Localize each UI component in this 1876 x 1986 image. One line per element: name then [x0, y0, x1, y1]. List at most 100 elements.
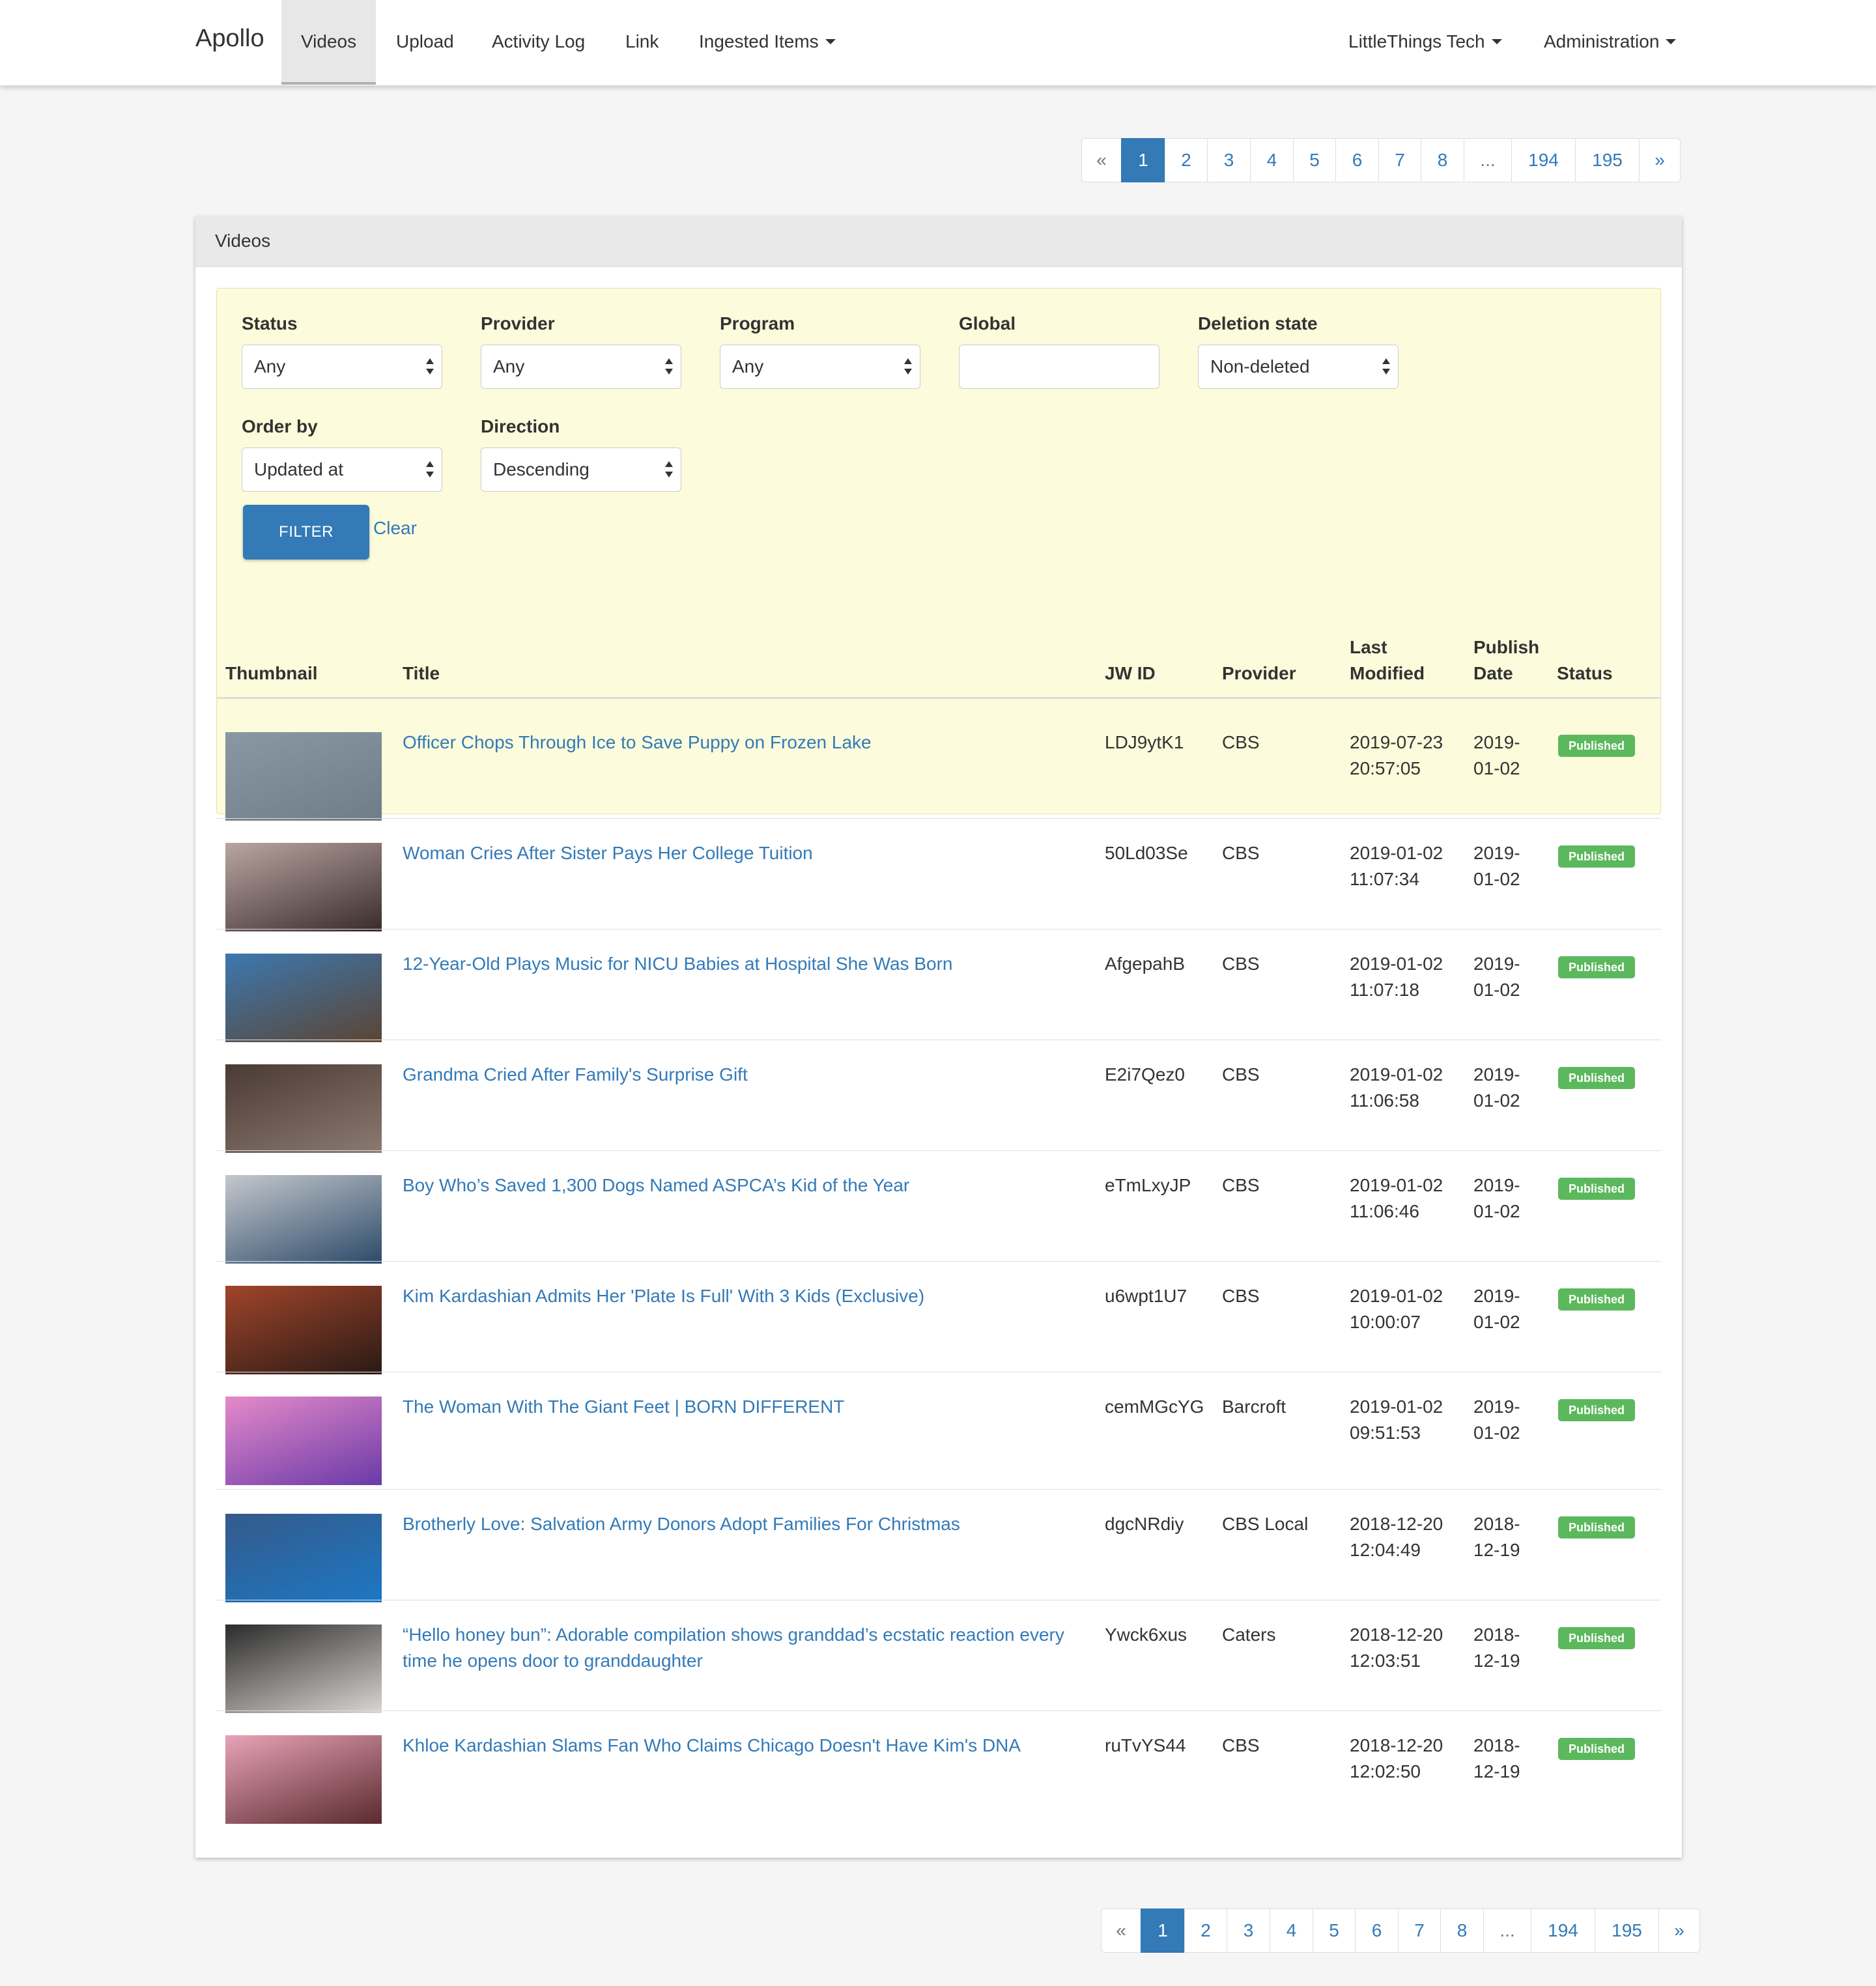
deletion-state-value: Non-deleted: [1210, 356, 1310, 376]
table-header-divider: [216, 697, 1661, 699]
deletion-state-select[interactable]: Non-deleted: [1198, 345, 1399, 389]
modified-date: 2019-01-02: [1350, 1175, 1443, 1195]
video-title-cell: Brotherly Love: Salvation Army Donors Ad…: [403, 1511, 1093, 1537]
video-title-link[interactable]: Boy Who’s Saved 1,300 Dogs Named ASPCA’s…: [403, 1172, 1093, 1199]
video-jwid: Ywck6xus: [1105, 1624, 1187, 1645]
video-thumbnail[interactable]: [225, 1624, 382, 1713]
video-thumbnail[interactable]: [225, 1064, 382, 1153]
video-thumbnail[interactable]: [225, 1286, 382, 1374]
row-divider: [216, 1150, 1661, 1151]
col-jwid: JW ID: [1105, 663, 1156, 683]
page-1[interactable]: 1: [1141, 1908, 1185, 1953]
page-5[interactable]: 5: [1313, 1908, 1356, 1953]
program-select[interactable]: Any: [720, 345, 920, 389]
nav-videos[interactable]: Videos: [281, 0, 377, 85]
page-1[interactable]: 1: [1121, 138, 1165, 182]
page-3[interactable]: 3: [1207, 138, 1251, 182]
video-last-modified: 2019-01-02 10:00:07: [1350, 1283, 1443, 1335]
page-3[interactable]: 3: [1227, 1908, 1270, 1953]
select-arrows-icon: [904, 357, 912, 378]
page-5[interactable]: 5: [1293, 138, 1336, 182]
modified-time: 11:06:46: [1350, 1201, 1419, 1221]
page-195[interactable]: 195: [1575, 138, 1640, 182]
video-title-link[interactable]: “Hello honey bun”: Adorable compilation …: [403, 1622, 1093, 1648]
video-last-modified: 2019-01-02 11:07:34: [1350, 840, 1443, 892]
page-7[interactable]: 7: [1398, 1908, 1441, 1953]
nav-upload[interactable]: Upload: [377, 0, 474, 85]
col-publish-date-line2: Date: [1473, 663, 1513, 683]
page-next[interactable]: »: [1658, 1908, 1700, 1953]
video-jwid: cemMGcYG: [1105, 1397, 1204, 1417]
page-2[interactable]: 2: [1165, 138, 1208, 182]
provider-select[interactable]: Any: [481, 345, 681, 389]
global-search-input[interactable]: [959, 345, 1159, 389]
page-prev[interactable]: «: [1101, 1908, 1141, 1953]
video-title-link[interactable]: Brotherly Love: Salvation Army Donors Ad…: [403, 1511, 1093, 1537]
video-thumbnail[interactable]: [225, 1175, 382, 1264]
video-last-modified: 2019-01-02 09:51:53: [1350, 1394, 1443, 1446]
publish-date-part1: 2018-: [1473, 1735, 1520, 1755]
page-next[interactable]: »: [1639, 138, 1681, 182]
page-4[interactable]: 4: [1270, 1908, 1313, 1953]
video-title-link[interactable]: Khloe Kardashian Slams Fan Who Claims Ch…: [403, 1733, 1093, 1759]
page-194[interactable]: 194: [1531, 1908, 1595, 1953]
page-7[interactable]: 7: [1378, 138, 1421, 182]
video-thumbnail[interactable]: [225, 732, 382, 821]
video-last-modified: 2019-01-02 11:06:46: [1350, 1172, 1443, 1225]
page-195[interactable]: 195: [1595, 1908, 1659, 1953]
status-select-value: Any: [254, 356, 286, 376]
video-title-link[interactable]: Officer Chops Through Ice to Save Puppy …: [403, 730, 1093, 756]
filter-button[interactable]: FILTER: [243, 505, 369, 560]
video-provider: CBS: [1222, 954, 1260, 974]
video-publish-date: 2018- 12-19: [1473, 1511, 1520, 1563]
page-6[interactable]: 6: [1355, 1908, 1399, 1953]
video-jwid: 50Ld03Se: [1105, 843, 1188, 863]
video-thumbnail[interactable]: [225, 954, 382, 1042]
page-4[interactable]: 4: [1250, 138, 1294, 182]
caret-down-icon: [825, 38, 836, 44]
video-jwid: LDJ9ytK1: [1105, 732, 1184, 752]
video-title-link[interactable]: The Woman With The Giant Feet | BORN DIF…: [403, 1394, 1093, 1420]
panel-title: Videos: [195, 216, 1682, 267]
nav-link[interactable]: Link: [606, 0, 678, 85]
modified-time: 09:51:53: [1350, 1423, 1421, 1443]
deletion-state-label: Deletion state: [1198, 313, 1318, 333]
order-by-select[interactable]: Updated at: [242, 447, 442, 492]
video-publish-date: 2019- 01-02: [1473, 1394, 1520, 1446]
publish-date-part2: 12-19: [1473, 1761, 1520, 1781]
video-last-modified: 2018-12-20 12:03:51: [1350, 1622, 1443, 1674]
status-select[interactable]: Any: [242, 345, 442, 389]
video-jwid: E2i7Qez0: [1105, 1064, 1185, 1085]
video-title-link[interactable]: Woman Cries After Sister Pays Her Colleg…: [403, 840, 1093, 866]
video-provider: Caters: [1222, 1624, 1276, 1645]
page-prev[interactable]: «: [1081, 138, 1122, 182]
row-divider: [216, 818, 1661, 819]
video-title-link[interactable]: Kim Kardashian Admits Her 'Plate Is Full…: [403, 1283, 1093, 1309]
clear-link[interactable]: Clear: [373, 518, 417, 539]
video-title-link[interactable]: 12-Year-Old Plays Music for NICU Babies …: [403, 951, 1093, 977]
video-thumbnail[interactable]: [225, 1735, 382, 1824]
modified-date: 2019-07-23: [1350, 732, 1443, 752]
page-194[interactable]: 194: [1511, 138, 1576, 182]
direction-select[interactable]: Descending: [481, 447, 681, 492]
nav-ingested-items[interactable]: Ingested Items: [679, 0, 855, 85]
pagination-top: « 1 2 3 4 5 6 7 8 ... 194 195 »: [1081, 138, 1681, 182]
video-last-modified: 2019-01-02 11:06:58: [1350, 1062, 1443, 1114]
brand-logo[interactable]: Apollo: [195, 25, 264, 53]
video-thumbnail[interactable]: [225, 843, 382, 931]
page-8[interactable]: 8: [1440, 1908, 1484, 1953]
page-8[interactable]: 8: [1421, 138, 1464, 182]
page-6[interactable]: 6: [1335, 138, 1379, 182]
status-label: Status: [242, 313, 298, 333]
modified-time: 11:07:34: [1350, 869, 1419, 889]
video-title-link-line2[interactable]: time he opens door to granddaughter: [403, 1648, 1093, 1674]
video-title-link[interactable]: Grandma Cried After Family's Surprise Gi…: [403, 1062, 1093, 1088]
video-thumbnail[interactable]: [225, 1514, 382, 1602]
nav-org-dropdown[interactable]: LittleThings Tech: [1329, 0, 1522, 85]
nav-administration-dropdown[interactable]: Administration: [1524, 0, 1696, 85]
video-thumbnail[interactable]: [225, 1397, 382, 1485]
video-jwid: dgcNRdiy: [1105, 1514, 1184, 1534]
nav-activity-log[interactable]: Activity Log: [472, 0, 604, 85]
page-2[interactable]: 2: [1184, 1908, 1227, 1953]
video-publish-date: 2018- 12-19: [1473, 1733, 1520, 1785]
